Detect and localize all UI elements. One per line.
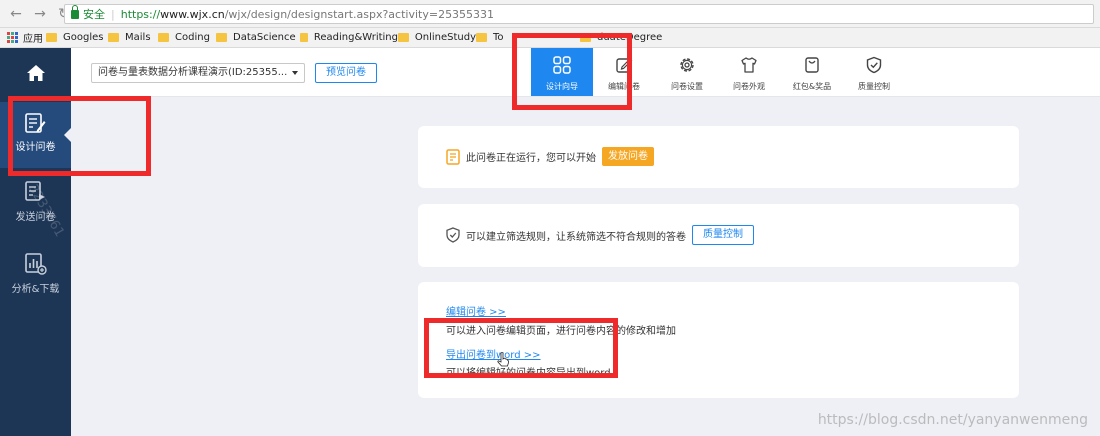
tool-survey-appearance[interactable]: 问卷外观	[718, 48, 780, 96]
bookmark-label: Reading&Writing	[313, 32, 398, 43]
card-survey-running: 此问卷正在运行，您可以开始 发放问卷	[418, 126, 1019, 188]
tool-label: 质量控制	[858, 82, 890, 91]
home-icon[interactable]	[26, 64, 46, 82]
browser-toolbar: ← → ↻ 安全 | https://www.wjx.cn/wjx/design…	[0, 0, 1100, 28]
bookmark-googles[interactable]: Googles	[46, 28, 108, 48]
tool-survey-settings[interactable]: 问卷设置	[656, 48, 718, 96]
url-scheme: https://	[120, 7, 161, 21]
tool-label: 红包&奖品	[792, 82, 832, 91]
chevron-down-icon	[292, 71, 298, 75]
folder-icon	[476, 33, 487, 42]
notice-icon	[446, 148, 460, 165]
highlight-export-word	[424, 318, 618, 378]
tool-quality-control[interactable]: 质量控制	[843, 48, 905, 96]
gift-bag-icon	[805, 57, 819, 73]
back-icon[interactable]: ←	[8, 6, 24, 22]
edit-survey-link[interactable]: 编辑问卷 >>	[446, 303, 506, 318]
url-path: /wjx/design/designstart.aspx?activity=25…	[224, 7, 495, 21]
bookmark-mails[interactable]: Mails	[108, 28, 158, 48]
omnibox-separator: |	[111, 7, 115, 21]
bookmark-coding[interactable]: Coding	[158, 28, 216, 48]
highlight-design-wizard	[512, 33, 632, 110]
folder-icon	[108, 33, 119, 42]
tool-label: 问卷外观	[733, 82, 765, 91]
tool-red-packet-prize[interactable]: 红包&奖品	[781, 48, 843, 96]
address-bar[interactable]: 安全 | https://www.wjx.cn/wjx/design/desig…	[64, 4, 1094, 24]
analysis-download-icon	[25, 253, 47, 275]
bookmark-reading-writing[interactable]: Reading&Writing	[300, 28, 398, 48]
shield-check-icon	[866, 56, 882, 74]
bookmark-label: Mails	[125, 32, 151, 43]
survey-select-value: 问卷与量表数据分析课程演示(ID:25355...	[98, 67, 288, 78]
publish-survey-button[interactable]: 发放问卷	[602, 147, 654, 166]
shield-check-icon	[446, 227, 460, 243]
tool-label: 问卷设置	[671, 82, 703, 91]
gear-icon	[680, 58, 694, 72]
sidebar-item-label: 分析&下载	[11, 284, 60, 295]
quality-row: 可以建立筛选规则，让系统筛选不符合规则的答卷 质量控制	[446, 225, 754, 245]
highlight-design-survey	[8, 96, 151, 176]
forward-icon[interactable]: →	[32, 6, 48, 22]
bookmark-label: DataScience	[233, 32, 296, 43]
quality-control-button[interactable]: 质量控制	[692, 225, 754, 245]
apps-icon	[7, 32, 18, 43]
survey-select[interactable]: 问卷与量表数据分析课程演示(ID:25355...	[91, 63, 305, 83]
folder-icon	[216, 33, 227, 42]
bookmark-datascience[interactable]: DataScience	[216, 28, 300, 48]
bookmark-label: OnlineStudy	[414, 32, 476, 43]
bookmark-apps[interactable]: 应用	[0, 28, 46, 48]
folder-icon	[300, 33, 308, 42]
folder-icon	[158, 33, 169, 42]
running-row: 此问卷正在运行，您可以开始 发放问卷	[446, 147, 654, 166]
secure-label: 安全	[83, 8, 105, 21]
folder-icon	[398, 33, 409, 42]
bookmark-onlinestudy[interactable]: OnlineStudy	[398, 28, 476, 48]
preview-survey-button[interactable]: 预览问卷	[315, 63, 377, 83]
shirt-icon	[741, 57, 757, 73]
lock-icon	[71, 4, 79, 19]
card-quality-rules: 可以建立筛选规则，让系统筛选不符合规则的答卷 质量控制	[418, 204, 1019, 267]
bookmark-label: Coding	[175, 32, 210, 43]
quality-text: 可以建立筛选规则，让系统筛选不符合规则的答卷	[466, 231, 686, 243]
folder-icon	[46, 33, 57, 42]
bookmark-label: To	[493, 32, 504, 43]
running-text: 此问卷正在运行，您可以开始	[466, 153, 596, 164]
watermark-text: https://blog.csdn.net/yanyanwenmeng	[817, 412, 1088, 428]
sidebar-item-analysis[interactable]: 分析&下载	[0, 244, 71, 310]
bookmark-label: Googles	[63, 32, 104, 43]
url-host: www.wjx.cn	[160, 7, 225, 21]
bookmark-label: 应用	[23, 34, 43, 45]
